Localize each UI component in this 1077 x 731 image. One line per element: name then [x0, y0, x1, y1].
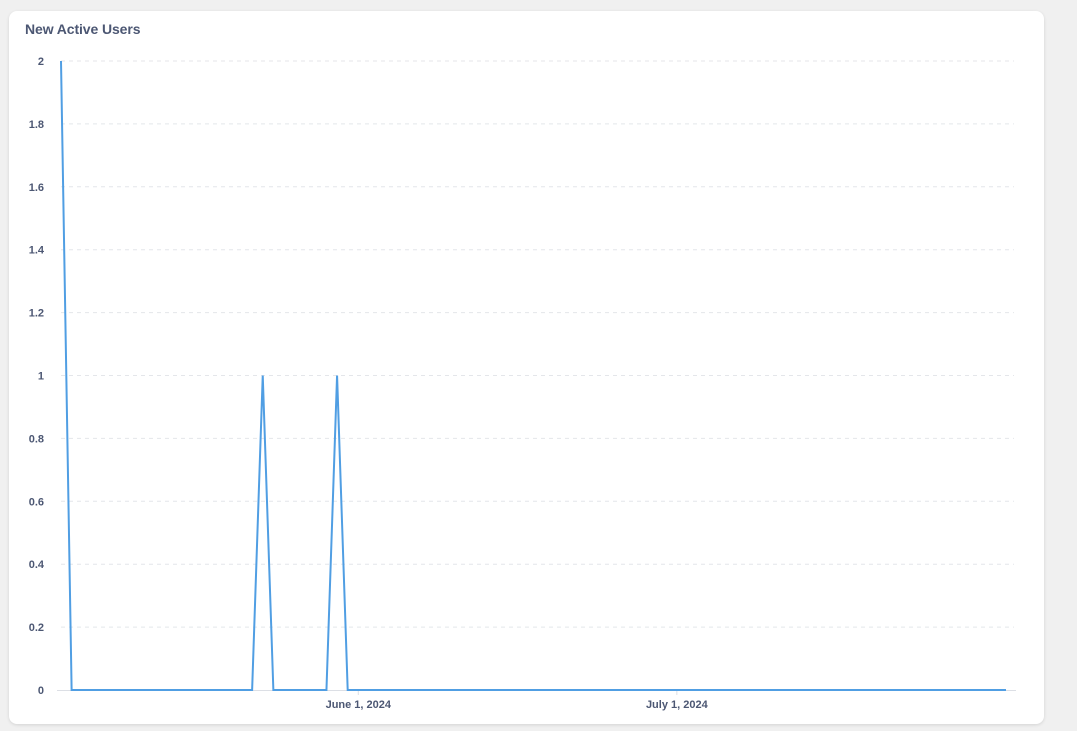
x-tick-label: June 1, 2024 [326, 699, 392, 711]
y-tick-label: 0.2 [29, 622, 44, 634]
y-tick-label: 1.2 [29, 308, 44, 320]
y-tick-label: 1.4 [29, 245, 45, 257]
y-tick-label: 0 [38, 685, 44, 697]
y-tick-label: 0.6 [29, 496, 44, 508]
x-tick-label: July 1, 2024 [646, 699, 709, 711]
y-tick-label: 1.8 [29, 119, 44, 131]
chart-card: New Active Users 0 0.2 0.4 0.6 0.8 1 1.2 1.4 1.6… [9, 11, 1044, 724]
y-tick-label: 2 [38, 56, 44, 68]
y-tick-label: 1 [38, 371, 44, 383]
y-tick-label: 0.8 [29, 433, 44, 445]
x-axis-tick-labels: June 1, 2024 July 1, 2024 [326, 699, 709, 711]
grid-lines [61, 60, 1014, 628]
line-chart: 0 0.2 0.4 0.6 0.8 1 1.2 1.4 1.6 1.8 2 June 1, 2024… [29, 56, 1016, 711]
y-tick-label: 1.6 [29, 182, 44, 194]
y-axis-tick-labels: 0 0.2 0.4 0.6 0.8 1 1.2 1.4 1.6 1.8 2 [29, 56, 45, 697]
y-tick-label: 0.4 [29, 559, 45, 571]
